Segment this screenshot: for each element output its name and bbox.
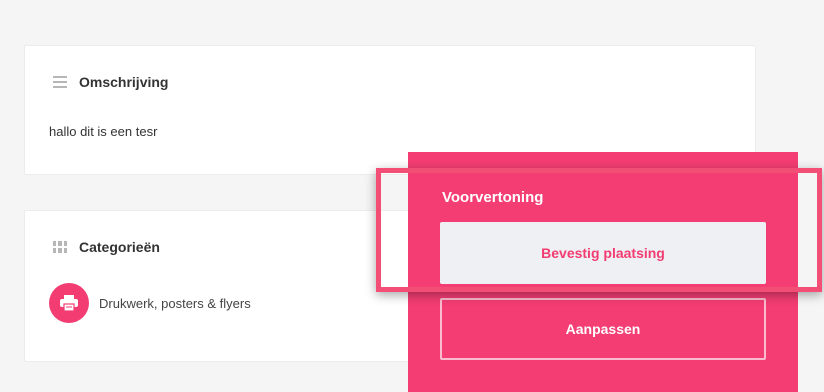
preview-title: Voorvertoning bbox=[442, 189, 544, 206]
categories-header: Categorieën bbox=[53, 239, 160, 255]
description-title: Omschrijving bbox=[79, 74, 169, 90]
categories-title: Categorieën bbox=[79, 239, 160, 255]
list-icon bbox=[53, 76, 67, 88]
category-label: Drukwerk, posters & flyers bbox=[99, 295, 251, 311]
edit-button[interactable]: Aanpassen bbox=[440, 298, 766, 360]
grid-icon bbox=[53, 241, 67, 253]
category-item: Drukwerk, posters & flyers bbox=[49, 283, 251, 323]
description-header: Omschrijving bbox=[53, 74, 168, 90]
confirm-placement-button[interactable]: Bevestig plaatsing bbox=[440, 222, 766, 284]
preview-panel: Voorvertoning Bevestig plaatsing Aanpass… bbox=[408, 152, 798, 392]
description-text: hallo dit is een tesr bbox=[49, 124, 158, 139]
printer-icon bbox=[49, 283, 89, 323]
